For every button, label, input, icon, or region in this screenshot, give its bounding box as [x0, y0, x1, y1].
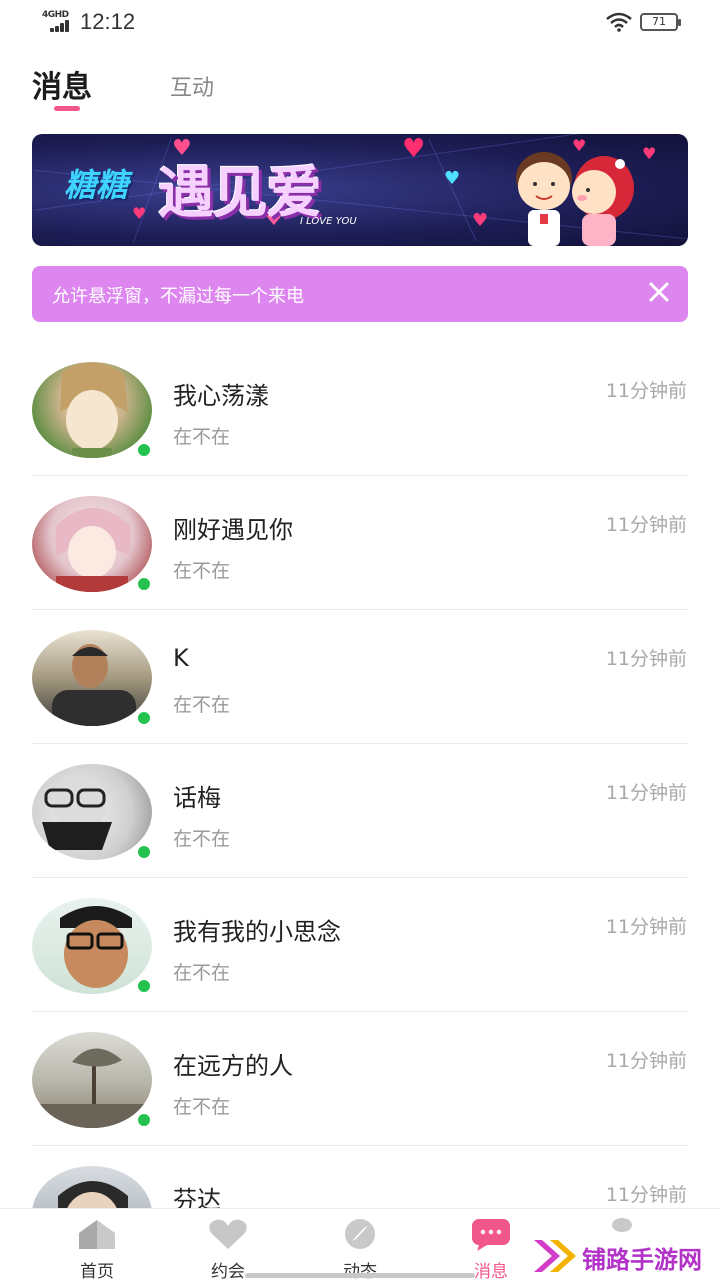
- message-preview: 在不在: [173, 1096, 231, 1118]
- avatar[interactable]: [32, 1166, 152, 1208]
- compass-icon: [345, 1219, 375, 1249]
- message-preview: 在不在: [173, 560, 231, 582]
- avatar[interactable]: [32, 362, 152, 458]
- close-icon[interactable]: [644, 277, 674, 307]
- avatar[interactable]: [32, 1032, 152, 1128]
- online-status-dot: [136, 1112, 152, 1128]
- nav-moments[interactable]: 动态: [310, 1209, 410, 1280]
- contact-name: 我心荡漾: [173, 382, 269, 410]
- heart-decoration-icon: ♥: [444, 168, 461, 189]
- wifi-icon: [606, 12, 632, 32]
- promo-banner[interactable]: ♥ ♥ ♥ ♥ ♥ ♥ ♥ ♥ 糖糖 遇见爱 I LOVE YOU: [32, 134, 688, 246]
- network-type: 4GHD: [42, 10, 69, 20]
- conversation-item[interactable]: 我心荡漾 在不在 11分钟前: [0, 342, 720, 476]
- nav-label: 首页: [80, 1262, 114, 1280]
- top-tabs: 消息 互动: [32, 62, 432, 112]
- banner-brand: 糖糖: [64, 166, 129, 204]
- online-status-dot: [136, 710, 152, 726]
- online-status-dot: [136, 576, 152, 592]
- conversation-list[interactable]: 我心荡漾 在不在 11分钟前 刚好遇见你 在不在 11分钟前 K 在不在 11分…: [0, 342, 720, 1208]
- tab-interactions[interactable]: 互动: [170, 70, 214, 102]
- message-time: 11分钟前: [605, 916, 687, 938]
- watermark: 铺路手游网: [532, 1236, 720, 1276]
- message-time: 11分钟前: [605, 782, 687, 804]
- contact-name: 芬达: [173, 1186, 221, 1208]
- nav-messages[interactable]: 消息: [441, 1209, 541, 1280]
- contact-name: 刚好遇见你: [173, 516, 293, 544]
- conversation-item[interactable]: 我有我的小思念 在不在 11分钟前: [0, 878, 720, 1012]
- nav-dating[interactable]: 约会: [178, 1209, 278, 1280]
- contact-name: 在远方的人: [173, 1052, 293, 1080]
- message-time: 11分钟前: [605, 1050, 687, 1072]
- heart-decoration-icon: ♥: [132, 204, 147, 223]
- status-bar: 4GHD 12:12 71: [0, 0, 720, 44]
- home-indicator[interactable]: [245, 1273, 475, 1278]
- avatar[interactable]: [32, 630, 152, 726]
- online-status-dot: [136, 442, 152, 458]
- nav-home[interactable]: 首页: [47, 1209, 147, 1280]
- message-time: 11分钟前: [605, 648, 687, 670]
- message-time: 11分钟前: [605, 514, 687, 536]
- conversation-item[interactable]: K 在不在 11分钟前: [0, 610, 720, 744]
- avatar[interactable]: [32, 496, 152, 592]
- home-icon: [79, 1220, 115, 1249]
- avatar[interactable]: [32, 898, 152, 994]
- contact-name: 话梅: [173, 784, 221, 812]
- contact-name: K: [173, 644, 189, 672]
- signal-icon: [50, 20, 74, 32]
- contact-name: 我有我的小思念: [173, 918, 341, 946]
- conversation-item[interactable]: 话梅 在不在 11分钟前: [0, 744, 720, 878]
- floating-window-notice[interactable]: 允许悬浮窗，不漏过每一个来电: [32, 266, 688, 322]
- watermark-text: 铺路手游网: [582, 1246, 702, 1274]
- couple-illustration-icon: [516, 152, 634, 246]
- notice-text: 允许悬浮窗，不漏过每一个来电: [52, 286, 304, 307]
- message-preview: 在不在: [173, 828, 231, 850]
- tab-messages[interactable]: 消息: [32, 62, 92, 106]
- conversation-item[interactable]: 在远方的人 在不在 11分钟前: [0, 1012, 720, 1146]
- message-time: 11分钟前: [605, 380, 687, 402]
- conversation-item[interactable]: 芬达 11分钟前: [0, 1146, 720, 1208]
- message-time: 11分钟前: [605, 1184, 687, 1206]
- online-status-dot: [136, 978, 152, 994]
- battery-icon: 71: [640, 13, 681, 31]
- banner-title: 遇见爱: [158, 161, 322, 226]
- clock: 12:12: [80, 9, 136, 34]
- heart-icon: [209, 1219, 247, 1249]
- conversation-item[interactable]: 刚好遇见你 在不在 11分钟前: [0, 476, 720, 610]
- heart-decoration-icon: ♥: [402, 134, 426, 164]
- watermark-logo-icon: [534, 1240, 576, 1272]
- message-preview: 在不在: [173, 426, 231, 448]
- active-tab-indicator: [54, 106, 80, 111]
- message-preview: 在不在: [173, 694, 231, 716]
- message-preview: 在不在: [173, 962, 231, 984]
- online-status-dot: [136, 844, 152, 860]
- banner-subtitle: I LOVE YOU: [300, 216, 357, 227]
- chat-icon: [472, 1219, 510, 1251]
- avatar[interactable]: [32, 764, 152, 860]
